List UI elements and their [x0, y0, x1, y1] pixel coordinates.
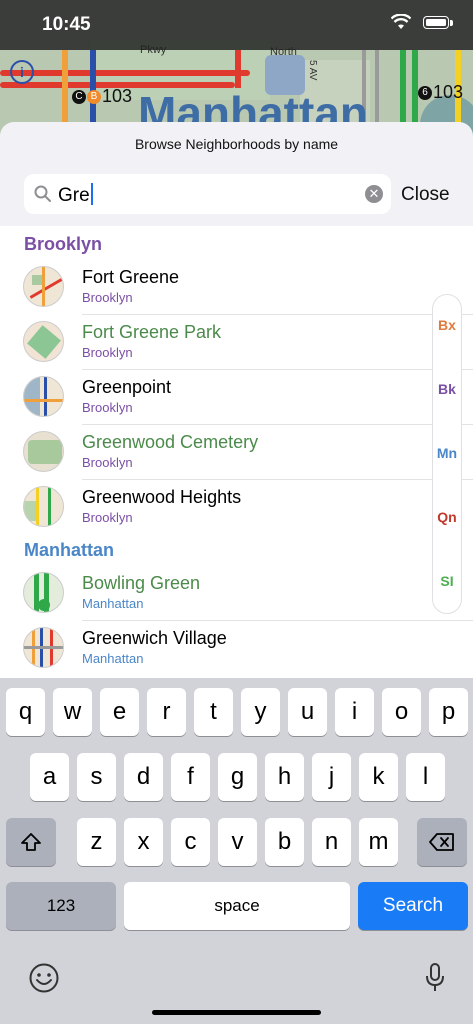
- route-bullet-6: 6: [418, 86, 432, 101]
- backspace-icon: [429, 833, 454, 851]
- search-input[interactable]: Gre: [58, 183, 93, 207]
- cemetery-map-thumbnail: [23, 431, 64, 472]
- key-m[interactable]: m: [359, 818, 398, 866]
- park-map-thumbnail: [23, 321, 64, 362]
- section-header-brooklyn: Brooklyn: [24, 234, 103, 254]
- list-item[interactable]: Greenwood Cemetery Brooklyn: [0, 425, 473, 480]
- index-queens[interactable]: Qn: [433, 509, 461, 525]
- route-bullet-b: B: [87, 90, 101, 105]
- battery-tip: [450, 20, 453, 26]
- park-map-thumbnail: [23, 572, 64, 613]
- key-k[interactable]: k: [359, 753, 398, 801]
- microphone-icon[interactable]: [424, 962, 446, 994]
- emoji-icon[interactable]: [28, 962, 60, 994]
- neighborhood-map-thumbnail: [23, 376, 64, 417]
- neighborhood-browser-sheet: Browse Neighborhoods by name Gre ✕ Close…: [0, 122, 473, 678]
- neighborhood-name: Greenwood Heights: [82, 487, 242, 507]
- map-avenue-label: 5 AV: [307, 60, 318, 81]
- key-l[interactable]: l: [406, 753, 445, 801]
- shift-key[interactable]: [6, 818, 56, 866]
- neighborhood-borough: Manhattan: [82, 596, 144, 611]
- key-u[interactable]: u: [288, 688, 327, 736]
- shift-icon: [21, 833, 41, 851]
- neighborhood-borough: Brooklyn: [82, 455, 133, 470]
- index-brooklyn[interactable]: Bk: [433, 381, 461, 397]
- key-b[interactable]: b: [265, 818, 304, 866]
- search-field[interactable]: Gre ✕: [24, 174, 391, 214]
- key-e[interactable]: e: [100, 688, 139, 736]
- list-item[interactable]: Greenwood Heights Brooklyn: [0, 480, 473, 535]
- route-number: 103: [433, 82, 464, 102]
- list-item[interactable]: Bowling Green Manhattan: [0, 566, 473, 621]
- keyboard: q w e r t y u i o p a s d f g h j k l z …: [0, 678, 473, 1024]
- key-s[interactable]: s: [77, 753, 116, 801]
- key-n[interactable]: n: [312, 818, 351, 866]
- neighborhood-map-thumbnail: [23, 627, 64, 668]
- neighborhood-borough: Brooklyn: [82, 400, 133, 415]
- route-number: 103: [102, 86, 133, 106]
- key-f[interactable]: f: [171, 753, 210, 801]
- index-manhattan[interactable]: Mn: [433, 445, 461, 461]
- info-icon[interactable]: i: [10, 60, 34, 84]
- close-button[interactable]: Close: [401, 184, 450, 206]
- index-staten-island[interactable]: SI: [433, 573, 461, 589]
- key-z[interactable]: z: [77, 818, 116, 866]
- list-item[interactable]: Fort Greene Brooklyn: [0, 260, 473, 315]
- neighborhood-name: Greenpoint: [82, 377, 172, 397]
- sheet-title: Browse Neighborhoods by name: [134, 136, 339, 152]
- text-caret: [90, 183, 93, 205]
- status-time: 10:45: [42, 14, 91, 35]
- index-bronx[interactable]: Bx: [433, 317, 461, 333]
- neighborhood-name: Greenwood Cemetery: [82, 432, 259, 452]
- wifi-icon: [391, 14, 411, 29]
- list-item[interactable]: Greenpoint Brooklyn: [0, 370, 473, 425]
- map-route-badge-2[interactable]: 6 103: [418, 82, 463, 103]
- delete-key[interactable]: [417, 818, 467, 866]
- key-c[interactable]: c: [171, 818, 210, 866]
- neighborhood-map-thumbnail: [23, 486, 64, 527]
- map-route-badge[interactable]: C B 103: [72, 86, 132, 107]
- neighborhood-name: Greenwich Village: [82, 628, 227, 648]
- numbers-key[interactable]: 123: [6, 882, 116, 930]
- neighborhood-borough: Brooklyn: [82, 290, 133, 305]
- borough-index-bar[interactable]: Bx Bk Mn Qn SI: [432, 294, 462, 614]
- key-h[interactable]: h: [265, 753, 304, 801]
- key-g[interactable]: g: [218, 753, 257, 801]
- neighborhood-list[interactable]: Brooklyn Fort Greene Brooklyn Fort Green…: [0, 226, 473, 678]
- list-item[interactable]: Greenwich Village Manhattan: [0, 621, 473, 676]
- search-icon: [34, 185, 51, 202]
- neighborhood-name: Fort Greene Park: [82, 322, 222, 342]
- key-a[interactable]: a: [30, 753, 69, 801]
- key-w[interactable]: w: [53, 688, 92, 736]
- route-bullet-c: C: [72, 90, 86, 105]
- neighborhood-name: Fort Greene: [82, 267, 180, 287]
- section-header-manhattan: Manhattan: [24, 540, 114, 560]
- home-indicator[interactable]: [152, 1010, 321, 1015]
- battery-icon: [423, 16, 449, 29]
- key-o[interactable]: o: [382, 688, 421, 736]
- key-t[interactable]: t: [194, 688, 233, 736]
- key-v[interactable]: v: [218, 818, 257, 866]
- clear-search-icon[interactable]: ✕: [365, 185, 383, 203]
- neighborhood-map-thumbnail: [23, 266, 64, 307]
- status-bar: 10:45: [0, 0, 473, 50]
- neighborhood-borough: Brooklyn: [82, 345, 133, 360]
- search-input-text: Gre: [58, 185, 90, 206]
- key-y[interactable]: y: [241, 688, 280, 736]
- space-key[interactable]: space: [124, 882, 350, 930]
- neighborhood-borough: Manhattan: [82, 651, 144, 666]
- key-r[interactable]: r: [147, 688, 186, 736]
- key-p[interactable]: p: [429, 688, 468, 736]
- neighborhood-borough: Brooklyn: [82, 510, 133, 525]
- key-q[interactable]: q: [6, 688, 45, 736]
- key-i[interactable]: i: [335, 688, 374, 736]
- search-key[interactable]: Search: [358, 882, 468, 930]
- key-j[interactable]: j: [312, 753, 351, 801]
- neighborhood-name: Bowling Green: [82, 573, 201, 593]
- key-x[interactable]: x: [124, 818, 163, 866]
- list-item[interactable]: Fort Greene Park Brooklyn: [0, 315, 473, 370]
- key-d[interactable]: d: [124, 753, 163, 801]
